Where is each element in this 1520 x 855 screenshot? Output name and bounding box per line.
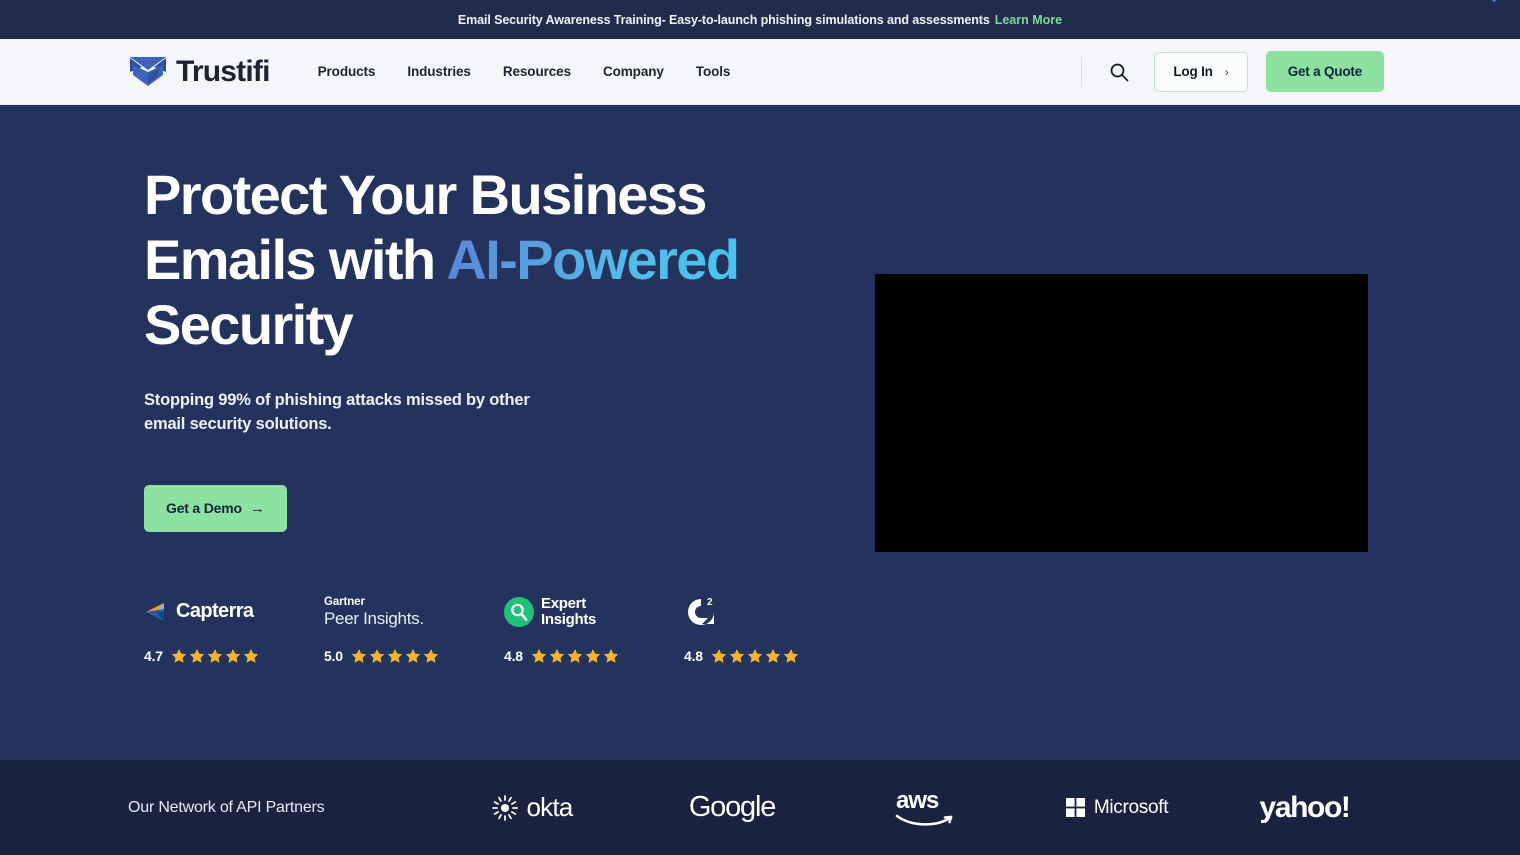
header-divider bbox=[1081, 56, 1083, 87]
header-actions: Log In › Get a Quote bbox=[1081, 51, 1384, 92]
google-wordmark: Google bbox=[688, 791, 777, 823]
search-icon bbox=[1111, 63, 1129, 81]
get-a-quote-button[interactable]: Get a Quote bbox=[1265, 51, 1384, 92]
announcement-learn-more-link[interactable]: Learn More bbox=[995, 13, 1062, 27]
star-icon bbox=[369, 648, 385, 663]
okta-wordmark: okta bbox=[526, 792, 574, 822]
rating-badges: Capterra 4.7 Gartner Peer Insights. 5.0 … bbox=[144, 590, 864, 664]
trustifi-shield-envelope-icon bbox=[130, 56, 166, 86]
page-title: Protect Your Business Emails with AI-Pow… bbox=[144, 163, 784, 358]
star-icon bbox=[387, 648, 403, 663]
login-button[interactable]: Log In › bbox=[1154, 51, 1248, 92]
nav-item-company[interactable]: Company bbox=[603, 64, 664, 79]
landing-page: Email Security Awareness Training- Easy-… bbox=[0, 0, 1520, 855]
login-button-label: Log In bbox=[1173, 64, 1213, 79]
partner-logos: okta Google aws Microsoft yahoo! bbox=[432, 786, 1392, 830]
search-button[interactable] bbox=[1104, 57, 1134, 87]
star-rating bbox=[171, 648, 259, 664]
get-a-demo-button[interactable]: Get a Demo → bbox=[144, 484, 287, 532]
star-rating bbox=[711, 648, 799, 664]
star-icon bbox=[225, 648, 241, 663]
capterra-logo-icon bbox=[146, 602, 164, 621]
expert-wordmark-line2: Insights bbox=[541, 610, 597, 628]
expert-wordmark-line1: Expert bbox=[541, 594, 586, 612]
hero-title-part2: Security bbox=[144, 292, 354, 356]
hero-title-accent: AI-Powered bbox=[446, 227, 740, 291]
nav-item-industries[interactable]: Industries bbox=[407, 64, 471, 79]
partner-microsoft[interactable]: Microsoft bbox=[1017, 797, 1217, 819]
rating-card-gartner[interactable]: Gartner Peer Insights. 5.0 bbox=[324, 590, 504, 664]
star-icon bbox=[243, 648, 259, 663]
api-partners-section: Our Network of API Partners okta Google … bbox=[0, 760, 1520, 855]
star-icon bbox=[567, 648, 583, 663]
star-icon bbox=[549, 648, 565, 663]
chevron-right-icon: › bbox=[1224, 64, 1229, 79]
partner-google[interactable]: Google bbox=[632, 791, 832, 824]
star-icon bbox=[729, 648, 745, 663]
star-icon bbox=[765, 648, 781, 663]
rating-score: 4.7 bbox=[144, 647, 163, 664]
site-header: Trustifi Products Industries Resources C… bbox=[0, 0, 1520, 105]
announcement-text: Email Security Awareness Training- Easy-… bbox=[457, 12, 990, 27]
svg-text:2: 2 bbox=[707, 597, 713, 608]
star-icon bbox=[585, 648, 601, 663]
capterra-wordmark: Capterra bbox=[176, 600, 254, 623]
hero-content: Protect Your Business Emails with AI-Pow… bbox=[144, 105, 864, 760]
g2-logo-icon: 2 bbox=[688, 597, 714, 625]
partners-label: Our Network of API Partners bbox=[128, 798, 325, 816]
expert-insights-logo: Expert Insights bbox=[504, 590, 684, 634]
okta-burst-icon bbox=[491, 794, 518, 821]
rating-card-expert-insights[interactable]: Expert Insights 4.8 bbox=[504, 590, 684, 664]
arrow-right-icon: → bbox=[249, 499, 265, 517]
star-icon bbox=[711, 648, 727, 663]
expert-insights-logo-icon bbox=[504, 596, 534, 627]
g2-logo: 2 bbox=[684, 590, 864, 634]
star-icon bbox=[531, 648, 547, 663]
star-icon bbox=[189, 648, 205, 663]
peer-insights-wordmark: Peer Insights. bbox=[324, 608, 424, 628]
aws-smile-icon: aws bbox=[895, 787, 952, 826]
partner-aws[interactable]: aws bbox=[832, 786, 1017, 830]
star-rating bbox=[351, 648, 439, 664]
nav-item-products[interactable]: Products bbox=[318, 64, 376, 79]
star-icon bbox=[171, 648, 187, 663]
g2-rating: 4.8 bbox=[684, 648, 864, 664]
microsoft-squares-icon bbox=[1065, 798, 1085, 817]
get-a-demo-label: Get a Demo bbox=[166, 500, 242, 517]
partner-yahoo[interactable]: yahoo! bbox=[1217, 791, 1392, 825]
rating-card-g2[interactable]: 2 4.8 bbox=[684, 590, 864, 664]
rating-score: 4.8 bbox=[504, 647, 523, 664]
capterra-logo: Capterra bbox=[144, 590, 324, 634]
star-rating bbox=[531, 648, 619, 664]
star-icon bbox=[405, 648, 421, 663]
expert-insights-rating: 4.8 bbox=[504, 648, 684, 664]
star-icon bbox=[747, 648, 763, 663]
nav-item-tools[interactable]: Tools bbox=[696, 64, 731, 79]
rating-score: 5.0 bbox=[324, 647, 343, 664]
capterra-rating: 4.7 bbox=[144, 648, 324, 664]
hero-subtitle: Stopping 99% of phishing attacks missed … bbox=[144, 390, 530, 434]
star-icon bbox=[603, 648, 619, 663]
star-icon bbox=[351, 648, 367, 663]
gartner-wordmark: Gartner bbox=[324, 595, 365, 608]
gartner-rating: 5.0 bbox=[324, 648, 504, 664]
hero-section: Protect Your Business Emails with AI-Pow… bbox=[0, 105, 1520, 760]
hero-video-player[interactable] bbox=[875, 274, 1368, 552]
rating-card-capterra[interactable]: Capterra 4.7 bbox=[144, 590, 324, 664]
microsoft-wordmark: Microsoft bbox=[1093, 796, 1169, 818]
brand-logo[interactable]: Trustifi bbox=[128, 0, 1497, 89]
star-icon bbox=[783, 648, 799, 663]
yahoo-wordmark: yahoo! bbox=[1259, 790, 1351, 824]
star-icon bbox=[207, 648, 223, 663]
star-icon bbox=[423, 648, 439, 663]
brand-wordmark: Trustifi bbox=[176, 54, 270, 88]
svg-text:aws: aws bbox=[896, 787, 939, 814]
nav-item-resources[interactable]: Resources bbox=[503, 64, 571, 79]
check-icon bbox=[1491, 0, 1497, 3]
rating-score: 4.8 bbox=[684, 647, 703, 664]
main-navigation: Products Industries Resources Company To… bbox=[318, 64, 731, 79]
partner-okta[interactable]: okta bbox=[432, 792, 632, 823]
announcement-banner: Email Security Awareness Training- Easy-… bbox=[0, 0, 1520, 39]
gartner-peer-insights-logo: Gartner Peer Insights. bbox=[324, 590, 504, 634]
